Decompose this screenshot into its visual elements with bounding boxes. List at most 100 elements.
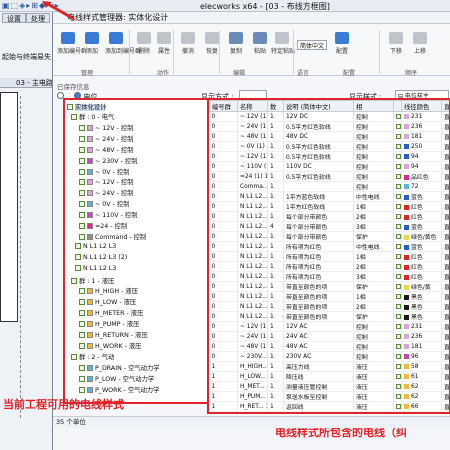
tree-item[interactable]: Command - 控制 — [79, 232, 146, 242]
tree-item[interactable]: ~ 24V - 控制 — [79, 188, 133, 198]
tree-checkbox[interactable] — [79, 375, 85, 382]
table-row[interactable]: 0N L1 L2... 11每个部分带颜色保护绿色/黄色直 — [209, 231, 449, 242]
paste-special-button[interactable]: 特定粘贴 — [271, 30, 295, 64]
table-row[interactable]: 0N L1 L2... 11带直至颜色的项1相黑色直 — [209, 291, 449, 302]
row-checkbox[interactable] — [396, 253, 401, 259]
row-checkbox[interactable] — [396, 153, 401, 159]
tree-checkbox[interactable] — [79, 223, 85, 229]
add-to-group-button[interactable]: 添加到编号群 — [105, 30, 141, 64]
tree-checkbox[interactable] — [79, 364, 85, 371]
table-row[interactable]: 0 ~ 0V (1) 1 1 0.5平方红色软线 控制 250 直 — [209, 141, 449, 152]
row-checkbox[interactable] — [396, 243, 401, 249]
tree-checkbox[interactable] — [79, 168, 85, 175]
tree-group[interactable]: 群 : 0 - 电气 — [71, 112, 114, 122]
table-row[interactable]: 0 =24 (1) 1 1 0.5平方红色软线 控制 品红色直 — [209, 171, 449, 182]
row-checkbox[interactable] — [396, 323, 401, 329]
row-checkbox[interactable] — [396, 173, 401, 179]
column-header[interactable]: 直 — [441, 100, 449, 112]
row-checkbox[interactable] — [396, 233, 401, 239]
tree-item[interactable]: ~ 48V - 控制 — [79, 145, 133, 155]
table-row[interactable]: 1H_LOW... 11降压线液压61直 — [209, 371, 449, 382]
table-row[interactable]: 1H_HIGH... 11高压力线液压58直 — [209, 361, 449, 372]
table-row[interactable]: 0N L1 L2... 11带直至颜色的项保护黑色直 — [209, 311, 449, 322]
table-row[interactable]: 0N L1 L2... 11每个部分带颜色2相红色直 — [209, 211, 449, 222]
table-row[interactable]: 0~ 24V (1) 1124V AC控制 236直 — [209, 331, 449, 342]
tree-checkbox[interactable] — [79, 288, 85, 295]
column-header[interactable]: 线径颜色 — [401, 100, 442, 112]
table-row[interactable]: 1H_PUM... 11泵送水板至控制液压62直 — [209, 391, 449, 402]
row-checkbox[interactable] — [396, 123, 401, 129]
column-header[interactable]: 名称 — [237, 100, 268, 112]
tree-checkbox[interactable] — [79, 310, 85, 317]
tree-item[interactable]: P_LOW - 空气动力学 — [79, 374, 154, 384]
tree-item[interactable]: ~ 110V - 控制 — [79, 210, 137, 220]
properties-button[interactable]: 属性 — [153, 30, 175, 64]
tree-item[interactable]: ~ 12V - 控制 — [79, 123, 133, 133]
move-down-button[interactable]: 下移 — [385, 30, 407, 64]
undo-button[interactable]: 撤消 — [177, 30, 199, 64]
tree-item[interactable]: ~ 12V - 控制 — [79, 177, 133, 187]
config-button[interactable]: 配置 — [331, 30, 353, 64]
tree-checkbox[interactable] — [79, 212, 85, 219]
tree-item[interactable]: H_HIGH - 液压 — [79, 286, 138, 296]
row-checkbox[interactable] — [396, 183, 401, 189]
add-button[interactable]: 添加 — [81, 30, 103, 64]
table-row[interactable]: 0N L1 L2... 11所有项为红色2相红色直 — [209, 261, 449, 272]
paste-button[interactable]: 粘贴 — [249, 30, 271, 64]
tree-item[interactable]: N L1 L2 L3 — [75, 264, 116, 275]
tree-item[interactable]: H_RETURN - 液压 — [79, 330, 148, 340]
tree-item[interactable]: P_WORK - 空气动力学 — [79, 385, 159, 395]
table-row[interactable]: 0~ 48V (1) 1148V AC控制 181直 — [209, 341, 449, 352]
move-up-button[interactable]: 上移 — [409, 30, 431, 64]
table-row[interactable]: 0N L1 L2... 44每个部分带颜色3相蓝色直 — [209, 221, 449, 232]
tree-item[interactable]: H_WORK - 液压 — [79, 341, 141, 351]
row-checkbox[interactable] — [396, 303, 401, 309]
table-row[interactable]: 0N L1 L2... 11所有项为红色中性电线蓝色直 — [209, 241, 449, 252]
tree-checkbox[interactable] — [71, 277, 77, 284]
tree-checkbox[interactable] — [79, 321, 85, 328]
tree-checkbox[interactable] — [79, 179, 85, 186]
tree-item[interactable]: N L1 L2 L3 — [75, 242, 116, 253]
add-number-group-button[interactable]: 添加编号群 — [57, 30, 87, 64]
tree-checkbox[interactable] — [79, 135, 85, 142]
tree-item[interactable]: P_DRAIN - 空气动力学 — [79, 363, 160, 373]
tree-checkbox[interactable] — [79, 157, 85, 164]
tree-checkbox[interactable] — [75, 264, 81, 271]
table-row[interactable]: 0N L1 L2... 111平方蓝色软线中性电线蓝色直 — [209, 191, 449, 202]
tree-checkbox[interactable] — [79, 299, 85, 306]
row-checkbox[interactable] — [396, 313, 401, 319]
tree-group[interactable]: 群 : 1 - 液压 — [71, 276, 114, 286]
language-select[interactable]: 简体中文 — [297, 40, 327, 50]
table-row[interactable]: 0~ 12V (1) 1112V DC控制 231直径 — [209, 111, 449, 122]
column-header[interactable]: 相 — [353, 100, 394, 112]
row-checkbox[interactable] — [396, 133, 401, 139]
tree-item[interactable]: ~ 24V - 控制 — [79, 134, 133, 144]
tree-checkbox[interactable] — [79, 233, 85, 240]
tree-checkbox[interactable] — [75, 242, 81, 249]
tree-checkbox[interactable] — [79, 124, 85, 131]
tree-item[interactable]: H_METER - 液压 — [79, 308, 143, 318]
row-checkbox[interactable] — [396, 333, 401, 339]
table-row[interactable]: 1 H_RET... 1 1 返回线 液压 66 直 — [209, 401, 449, 412]
tab-settings[interactable]: 设置 — [2, 13, 26, 23]
tree-item[interactable]: ~ 230V - 控制 — [79, 156, 137, 166]
table-row[interactable]: 0N L1 L2... 111平方红色软线1相红色直 — [209, 201, 449, 212]
tree-item[interactable]: =24 - 控制 — [79, 221, 127, 231]
column-header[interactable] — [393, 100, 402, 112]
table-row[interactable]: 0N L1 L2... 11带直至颜色的项2相黑色直 — [209, 301, 449, 312]
row-checkbox[interactable] — [396, 383, 401, 389]
row-checkbox[interactable] — [396, 223, 401, 229]
table-row[interactable]: 0~ 230V... 11230V AC控制 96直 — [209, 351, 449, 362]
row-checkbox[interactable] — [396, 263, 401, 269]
tree-item[interactable]: ~ 0V - 控制 — [79, 167, 129, 177]
table-row[interactable]: 0N L1 L2... 11所有项为红色1相红色直 — [209, 251, 449, 262]
row-checkbox[interactable] — [396, 393, 401, 399]
tree-checkbox[interactable] — [79, 386, 85, 393]
row-checkbox[interactable] — [396, 403, 401, 409]
column-header[interactable]: 编号群 — [209, 100, 238, 112]
tree-checkbox[interactable] — [75, 253, 81, 260]
row-checkbox[interactable] — [396, 373, 401, 379]
tree-root[interactable]: 实体化设计 — [67, 102, 107, 112]
table-row[interactable]: 0N L1 L2... 11带直至颜色的项保护绿色/黄直 — [209, 281, 449, 292]
row-checkbox[interactable] — [396, 163, 401, 169]
